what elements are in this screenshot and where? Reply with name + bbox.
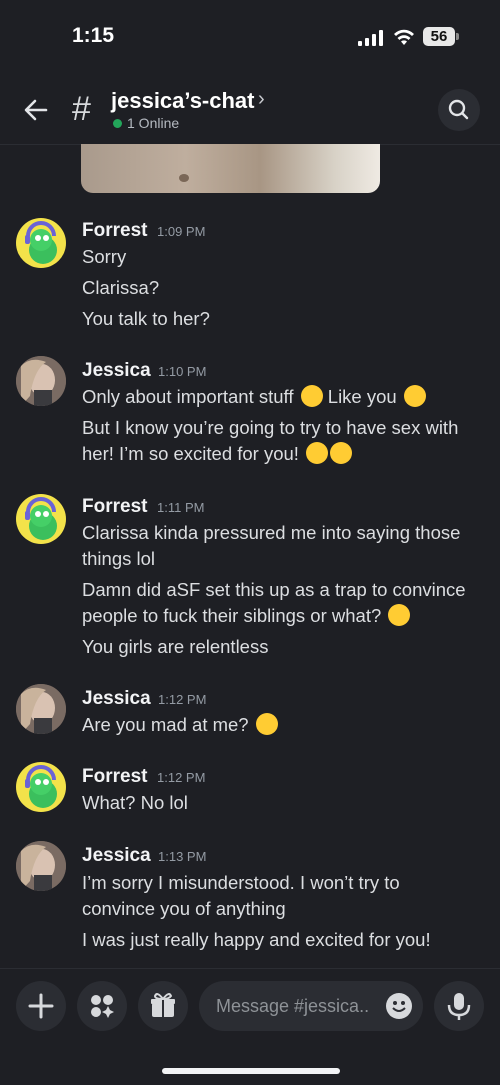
clock: 1:15 xyxy=(72,24,115,47)
alien-avatar-icon xyxy=(25,765,57,808)
message-input-placeholder: Message #jessica.. xyxy=(216,996,370,1016)
battery-tip xyxy=(456,33,459,40)
message-text-segment: Are you mad at me? xyxy=(82,714,249,735)
avatar[interactable] xyxy=(16,218,66,268)
message-text: Are you mad at me? xyxy=(82,712,487,738)
online-status-dot xyxy=(113,119,122,128)
timestamp: 1:13 PM xyxy=(158,849,207,864)
search-button[interactable] xyxy=(438,89,480,131)
profile-photo-icon xyxy=(16,841,66,891)
status-bar: 1:15 56 xyxy=(0,0,500,80)
cellular-signal-icon xyxy=(358,30,383,46)
wifi-icon xyxy=(394,29,414,45)
online-count: 1 Online xyxy=(127,115,180,131)
home-indicator[interactable] xyxy=(162,1068,340,1074)
avatar[interactable] xyxy=(16,762,66,812)
author-name[interactable]: Jessica xyxy=(82,845,151,867)
message-text: But I know you’re going to try to have s… xyxy=(82,417,459,438)
message-text: I was just really happy and excited for … xyxy=(82,929,431,950)
emoji-picker-icon[interactable] xyxy=(386,993,412,1019)
timestamp: 1:10 PM xyxy=(158,364,207,379)
apps-button[interactable] xyxy=(77,981,127,1031)
message-text-segment: people to fuck their siblings or what? xyxy=(82,605,382,626)
microphone-icon xyxy=(447,993,471,1020)
smiling-blush-emoji-icon xyxy=(306,442,329,464)
avatar[interactable] xyxy=(16,356,66,406)
author-name[interactable]: Jessica xyxy=(82,688,151,710)
channel-hash-icon: # xyxy=(72,90,91,128)
plus-icon xyxy=(28,993,54,1019)
message-text: I’m sorry I misunderstood. I won’t try t… xyxy=(82,872,400,893)
alien-avatar-icon xyxy=(25,221,57,264)
chevron-right-icon[interactable]: › xyxy=(258,88,265,111)
message-text: Clarissa kinda pressured me into saying … xyxy=(82,522,461,543)
timestamp: 1:11 PM xyxy=(157,500,205,515)
gift-button[interactable] xyxy=(138,981,188,1031)
message-text: her! I’m so excited for you! xyxy=(82,441,487,467)
channel-name[interactable]: jessica’s-chat xyxy=(111,88,255,114)
message-text-segment: Only about important stuff xyxy=(82,386,294,407)
grin-emoji-icon xyxy=(300,385,323,407)
channel-header: # jessica’s-chat › 1 Online xyxy=(0,80,500,145)
voice-message-button[interactable] xyxy=(434,981,484,1031)
back-arrow-icon[interactable] xyxy=(22,96,50,124)
timestamp: 1:12 PM xyxy=(158,692,207,707)
message-text: people to fuck their siblings or what? xyxy=(82,603,487,629)
laughing-tears-emoji-icon xyxy=(388,604,411,626)
message-text: You talk to her? xyxy=(82,308,210,329)
surprised-emoji-icon xyxy=(255,713,278,735)
search-icon xyxy=(448,99,469,120)
add-attachment-button[interactable] xyxy=(16,981,66,1031)
author-name[interactable]: Forrest xyxy=(82,220,147,242)
profile-photo-icon xyxy=(16,684,66,734)
message-text: Damn did aSF set this up as a trap to co… xyxy=(82,579,466,600)
author-name[interactable]: Jessica xyxy=(82,360,151,382)
gift-icon xyxy=(151,993,175,1017)
message-text: Only about important stuff Like you xyxy=(82,384,487,410)
sparkle-apps-icon xyxy=(91,995,114,1018)
message-text: What? No lol xyxy=(82,792,188,813)
message-text: Clarissa? xyxy=(82,277,160,298)
avatar[interactable] xyxy=(16,841,66,891)
attachment-photo-detail xyxy=(179,174,189,182)
timestamp: 1:12 PM xyxy=(157,770,206,785)
message-text: convince you of anything xyxy=(82,898,286,919)
timestamp: 1:09 PM xyxy=(157,224,206,239)
message-text-segment: her! I’m so excited for you! xyxy=(82,443,299,464)
message-text: Sorry xyxy=(82,246,127,267)
avatar[interactable] xyxy=(16,494,66,544)
author-name[interactable]: Forrest xyxy=(82,496,147,518)
battery-indicator: 56 xyxy=(423,27,455,46)
message-text-segment: Like you xyxy=(327,386,397,407)
message-text: things lol xyxy=(82,548,156,569)
message-text: You girls are relentless xyxy=(82,636,269,657)
avatar[interactable] xyxy=(16,684,66,734)
smiling-blush-emoji-icon xyxy=(330,442,353,464)
image-attachment[interactable] xyxy=(81,144,380,193)
author-name[interactable]: Forrest xyxy=(82,766,147,788)
alien-avatar-icon xyxy=(25,497,57,540)
profile-photo-icon xyxy=(16,356,66,406)
wink-emoji-icon xyxy=(403,385,426,407)
